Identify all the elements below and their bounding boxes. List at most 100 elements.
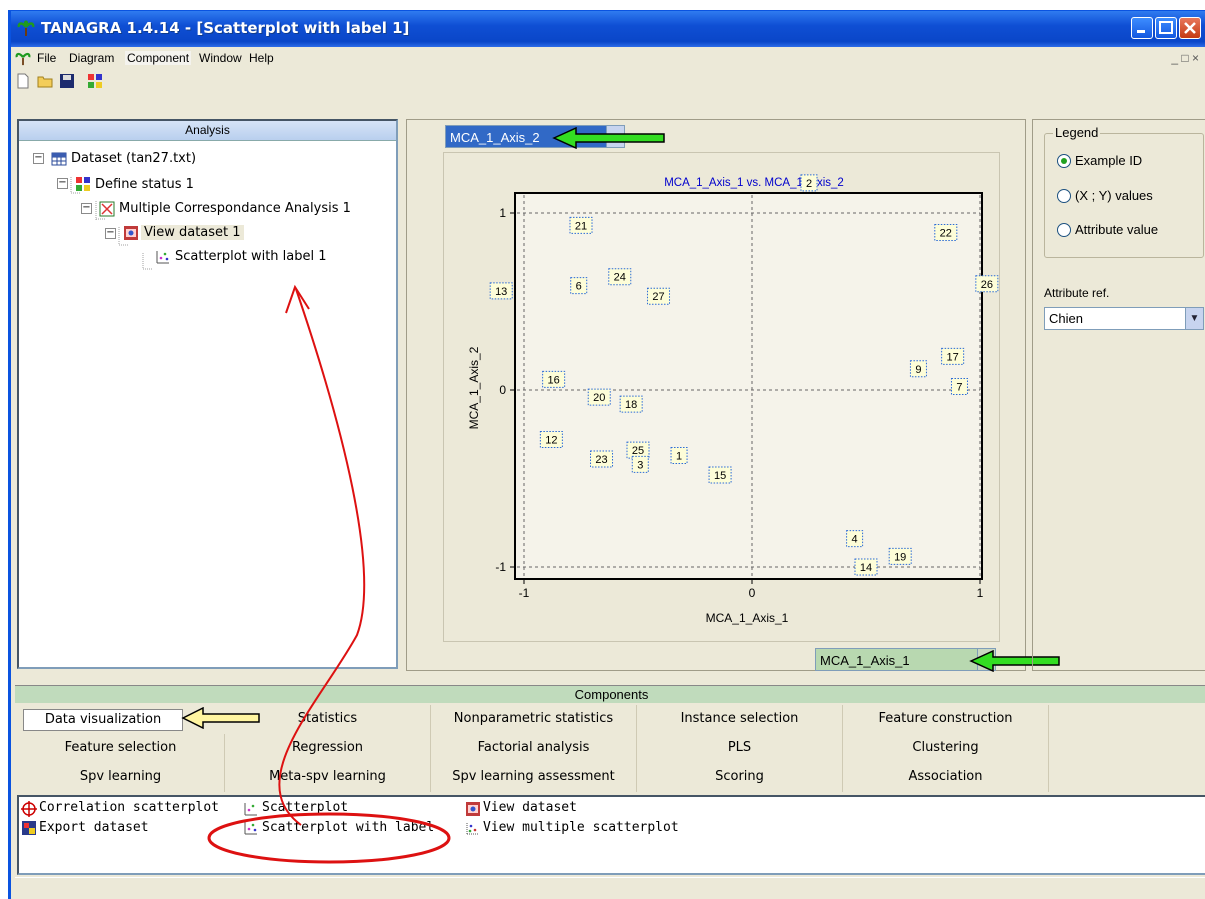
component-scatterplot[interactable]: Scatterplot — [262, 800, 348, 815]
toolbar — [11, 69, 1205, 93]
point-label: 12 — [545, 435, 557, 447]
radio-example-id-label[interactable]: Example ID — [1075, 153, 1142, 168]
data-point[interactable]: 15 — [708, 466, 732, 484]
point-label: 20 — [593, 392, 605, 404]
x-axis-combo-value: MCA_1_Axis_1 — [820, 653, 910, 668]
view-dataset-list-icon — [466, 802, 480, 816]
point-label: 16 — [548, 374, 560, 386]
menu-help[interactable]: Help — [249, 51, 274, 65]
component-view-dataset[interactable]: View dataset — [483, 800, 577, 815]
define-status-icon — [76, 177, 90, 191]
tab-feature-selection[interactable]: Feature selection — [17, 734, 225, 763]
component-export-dataset[interactable]: Export dataset — [39, 820, 149, 835]
data-point[interactable]: 27 — [647, 287, 671, 305]
component-scatterplot-with-label[interactable]: Scatterplot with label — [262, 820, 434, 835]
radio-xy-values[interactable] — [1057, 189, 1071, 203]
radio-example-id[interactable] — [1057, 154, 1071, 168]
point-label: 23 — [595, 454, 607, 466]
data-point[interactable]: 18 — [619, 395, 643, 413]
data-point[interactable]: 25 — [626, 441, 650, 459]
tab-nonparametric-statistics[interactable]: Nonparametric statistics — [431, 705, 637, 734]
data-point[interactable]: 23 — [590, 450, 614, 468]
maximize-button[interactable] — [1155, 17, 1177, 39]
tree-item-view-dataset[interactable]: View dataset 1 — [141, 225, 244, 240]
point-label: 27 — [652, 291, 664, 303]
radio-xy-values-label[interactable]: (X ; Y) values — [1075, 188, 1153, 203]
point-label: 26 — [981, 279, 993, 291]
chevron-down-icon[interactable]: ▼ — [1185, 308, 1203, 329]
radio-attribute-value[interactable] — [1057, 223, 1071, 237]
data-point[interactable]: 6 — [570, 277, 588, 295]
close-button[interactable] — [1179, 17, 1201, 39]
tab-feature-construction[interactable]: Feature construction — [843, 705, 1049, 734]
tab-clustering[interactable]: Clustering — [843, 734, 1049, 763]
open-folder-icon[interactable] — [37, 73, 53, 89]
data-point[interactable]: 16 — [542, 370, 566, 388]
analysis-header: Analysis — [19, 121, 396, 141]
menu-bar: File Diagram Component Window Help _ □ × — [11, 47, 1205, 69]
minimize-button[interactable] — [1131, 17, 1153, 39]
data-point[interactable]: 13 — [489, 282, 513, 300]
component-list: Correlation scatterplot Export dataset S… — [17, 795, 1205, 875]
scatterplot-with-label-icon — [244, 822, 257, 835]
point-label: 6 — [576, 281, 582, 293]
tab-instance-selection[interactable]: Instance selection — [637, 705, 843, 734]
tab-factorial-analysis[interactable]: Factorial analysis — [431, 734, 637, 763]
tab-pls[interactable]: PLS — [637, 734, 843, 763]
data-point[interactable]: 2 — [800, 174, 818, 192]
radio-attribute-value-label[interactable]: Attribute value — [1075, 222, 1158, 237]
data-point[interactable]: 4 — [846, 530, 864, 548]
new-file-icon[interactable] — [15, 73, 31, 89]
mdi-controls[interactable]: _ □ × — [1171, 51, 1199, 65]
data-point[interactable]: 12 — [539, 431, 563, 449]
y-combo-arrow — [552, 127, 665, 149]
tab-meta-spv-learning[interactable]: Meta-spv learning — [225, 763, 431, 792]
data-point[interactable]: 24 — [608, 268, 632, 286]
data-point[interactable]: 19 — [888, 547, 912, 565]
execute-icon[interactable] — [87, 73, 103, 89]
data-point[interactable]: 22 — [934, 223, 958, 241]
collapse-view-dataset[interactable]: − — [105, 228, 116, 239]
point-label: 22 — [940, 227, 952, 239]
tab-spv-learning-assessment[interactable]: Spv learning assessment — [431, 763, 637, 792]
tree-item-define-status[interactable]: Define status 1 — [95, 177, 194, 192]
tab-spv-learning[interactable]: Spv learning — [17, 763, 225, 792]
data-point[interactable]: 7 — [950, 377, 968, 395]
menu-component[interactable]: Component — [125, 51, 192, 65]
plot-area — [514, 192, 983, 580]
point-label: 2 — [806, 178, 812, 190]
data-point[interactable]: 26 — [975, 275, 999, 293]
tree-item-mca[interactable]: Multiple Correspondance Analysis 1 — [119, 201, 351, 216]
collapse-mca[interactable]: − — [81, 203, 92, 214]
component-correlation-scatterplot[interactable]: Correlation scatterplot — [39, 800, 219, 815]
data-point[interactable]: 21 — [569, 216, 593, 234]
data-point[interactable]: 9 — [909, 360, 927, 378]
data-point[interactable]: 1 — [670, 446, 688, 464]
save-icon[interactable] — [59, 73, 75, 89]
legend-group: Legend Example ID (X ; Y) values Attribu… — [1044, 125, 1204, 258]
menu-window[interactable]: Window — [199, 51, 242, 65]
legend-panel: Legend Example ID (X ; Y) values Attribu… — [1032, 119, 1205, 671]
data-point[interactable]: 3 — [631, 455, 649, 473]
tab-association[interactable]: Association — [843, 763, 1049, 792]
point-label: 21 — [575, 220, 587, 232]
data-visualization-arrow — [181, 707, 260, 729]
title-bar[interactable]: TANAGRA 1.4.14 - [Scatterplot with label… — [11, 11, 1205, 47]
y-tick-label: 0 — [499, 383, 506, 397]
tab-scoring[interactable]: Scoring — [637, 763, 843, 792]
tab-regression[interactable]: Regression — [225, 734, 431, 763]
data-point[interactable]: 14 — [854, 558, 878, 576]
collapse-define-status[interactable]: − — [57, 178, 68, 189]
collapse-dataset[interactable]: − — [33, 153, 44, 164]
tab-data-visualization[interactable]: Data visualization — [23, 709, 183, 731]
tree-item-scatterplot-label[interactable]: Scatterplot with label 1 — [175, 249, 327, 264]
app-window: TANAGRA 1.4.14 - [Scatterplot with label… — [8, 10, 1205, 899]
data-point[interactable]: 17 — [941, 347, 965, 365]
menu-diagram[interactable]: Diagram — [69, 51, 114, 65]
data-point[interactable]: 20 — [587, 388, 611, 406]
attribute-ref-select[interactable]: Chien ▼ — [1044, 307, 1204, 330]
plot-frame: MCA_1_Axis_1 vs. MCA_1_Axis_2 MCA_1_Axis… — [443, 152, 1000, 642]
component-view-multiple-scatterplot[interactable]: View multiple scatterplot — [483, 820, 679, 835]
tree-item-dataset[interactable]: Dataset (tan27.txt) — [71, 151, 196, 166]
menu-file[interactable]: File — [37, 51, 56, 65]
